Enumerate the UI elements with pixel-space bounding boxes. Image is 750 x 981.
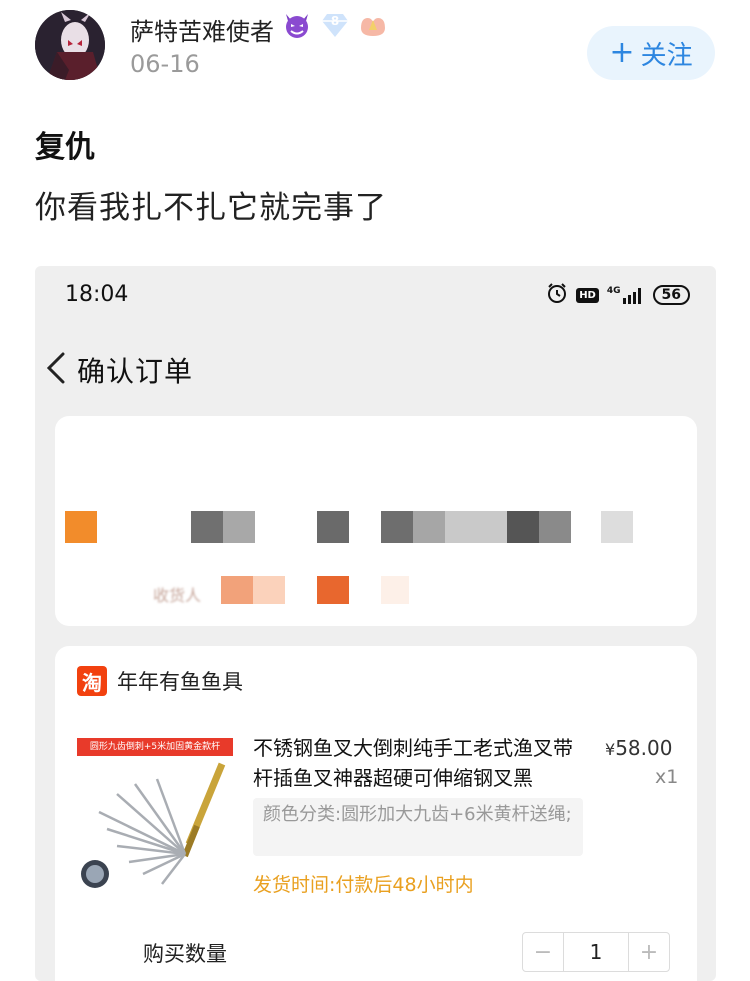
author-name[interactable]: 萨特苦难使者 xyxy=(130,12,274,47)
plus-icon: + xyxy=(609,35,635,70)
attached-screenshot[interactable]: 18:04 HD 4G 56 确认订单 收货人 淘 年年有鱼鱼具 圆形九齿倒刺+… xyxy=(35,266,716,981)
status-bar-icons: HD 4G 56 xyxy=(546,282,690,308)
increment-button[interactable]: + xyxy=(629,933,669,971)
post-body: 你看我扎不扎它就完事了 xyxy=(35,190,387,226)
product-quantity: x1 xyxy=(655,766,679,788)
decrement-button[interactable]: − xyxy=(523,933,563,971)
receiver-label: 收货人 xyxy=(153,586,202,605)
fishing-spear-illustration xyxy=(81,762,226,888)
shop-name: 年年有鱼鱼具 xyxy=(117,670,243,694)
avatar-image xyxy=(35,10,105,80)
censored-block xyxy=(507,511,539,543)
censored-block xyxy=(317,511,349,543)
back-arrow-icon[interactable] xyxy=(43,348,73,388)
avatar[interactable] xyxy=(35,10,105,80)
diamond-level-badge-icon: 8 xyxy=(320,10,350,40)
censored-block xyxy=(601,511,633,543)
order-card: 淘 年年有鱼鱼具 圆形九齿倒刺+5米加固黄金款杆 不锈钢鱼叉大倒刺纯手工老式渔叉… xyxy=(55,646,697,981)
post-date: 06-16 xyxy=(130,50,200,78)
follow-label: 关注 xyxy=(640,40,693,71)
product-price: ¥58.00 xyxy=(605,736,673,760)
post-header: 萨特苦难使者 8 06-16 + 关注 xyxy=(0,0,750,100)
follow-button[interactable]: + 关注 xyxy=(587,26,715,80)
censored-block xyxy=(445,511,507,543)
product-image[interactable]: 圆形九齿倒刺+5米加固黄金款杆 xyxy=(77,734,233,890)
quantity-value[interactable]: 1 xyxy=(563,933,629,971)
vip-hands-badge-icon xyxy=(358,10,388,40)
address-card[interactable]: 收货人 xyxy=(55,416,697,626)
post-title: 复仇 xyxy=(35,130,95,165)
shipping-time: 发货时间:付款后48小时内 xyxy=(253,874,474,896)
page-title: 确认订单 xyxy=(77,355,194,388)
alarm-icon xyxy=(546,282,568,308)
signal-4g-icon: 4G xyxy=(607,286,645,304)
hd-icon: HD xyxy=(576,287,599,303)
devil-emoji-icon xyxy=(282,10,312,40)
product-title[interactable]: 不锈钢鱼叉大倒刺纯手工老式渔叉带杆插鱼叉神器超硬可伸缩钢叉黑 xyxy=(253,733,583,793)
censored-block xyxy=(381,511,413,543)
battery-indicator: 56 xyxy=(652,285,690,305)
censored-block xyxy=(539,511,571,543)
censored-block xyxy=(317,576,349,604)
purchase-quantity-label: 购买数量 xyxy=(143,942,227,966)
taobao-icon: 淘 xyxy=(77,666,107,696)
shop-row[interactable]: 淘 年年有鱼鱼具 xyxy=(77,666,243,696)
censored-block xyxy=(253,576,285,604)
censored-block xyxy=(221,576,253,604)
quantity-stepper: − 1 + xyxy=(522,932,670,972)
sku-info[interactable]: 颜色分类:圆形加大九齿+6米黄杆送绳; xyxy=(253,798,583,856)
level-badge-number: 8 xyxy=(330,14,340,28)
censored-block xyxy=(413,511,445,543)
censored-block xyxy=(381,576,409,604)
status-bar-time: 18:04 xyxy=(65,282,129,307)
author-badges: 8 xyxy=(282,10,388,40)
censored-block xyxy=(223,511,255,543)
censored-block xyxy=(65,511,97,543)
censored-block xyxy=(191,511,223,543)
